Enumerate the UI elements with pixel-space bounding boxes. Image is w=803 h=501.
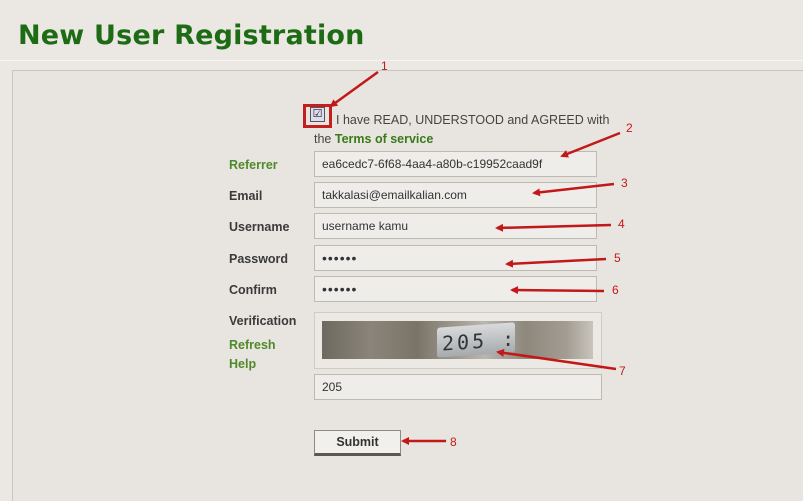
arrow-1 [329, 70, 379, 108]
annotation-number: 3 [621, 176, 628, 190]
arrow-5 [505, 257, 607, 268]
arrow-2 [560, 131, 621, 158]
arrow-3 [532, 182, 615, 197]
annotation-number: 1 [381, 59, 388, 73]
annotation-number: 2 [626, 121, 633, 135]
arrow-7 [496, 348, 617, 371]
annotation-number: 6 [612, 283, 619, 297]
annotation-number: 5 [614, 251, 621, 265]
arrow-6 [510, 286, 605, 295]
annotation-number: 4 [618, 217, 625, 231]
annotation-number: 7 [619, 364, 626, 378]
arrow-4 [495, 223, 612, 232]
annotation-number: 8 [450, 435, 457, 449]
annotation-arrows [329, 70, 621, 445]
